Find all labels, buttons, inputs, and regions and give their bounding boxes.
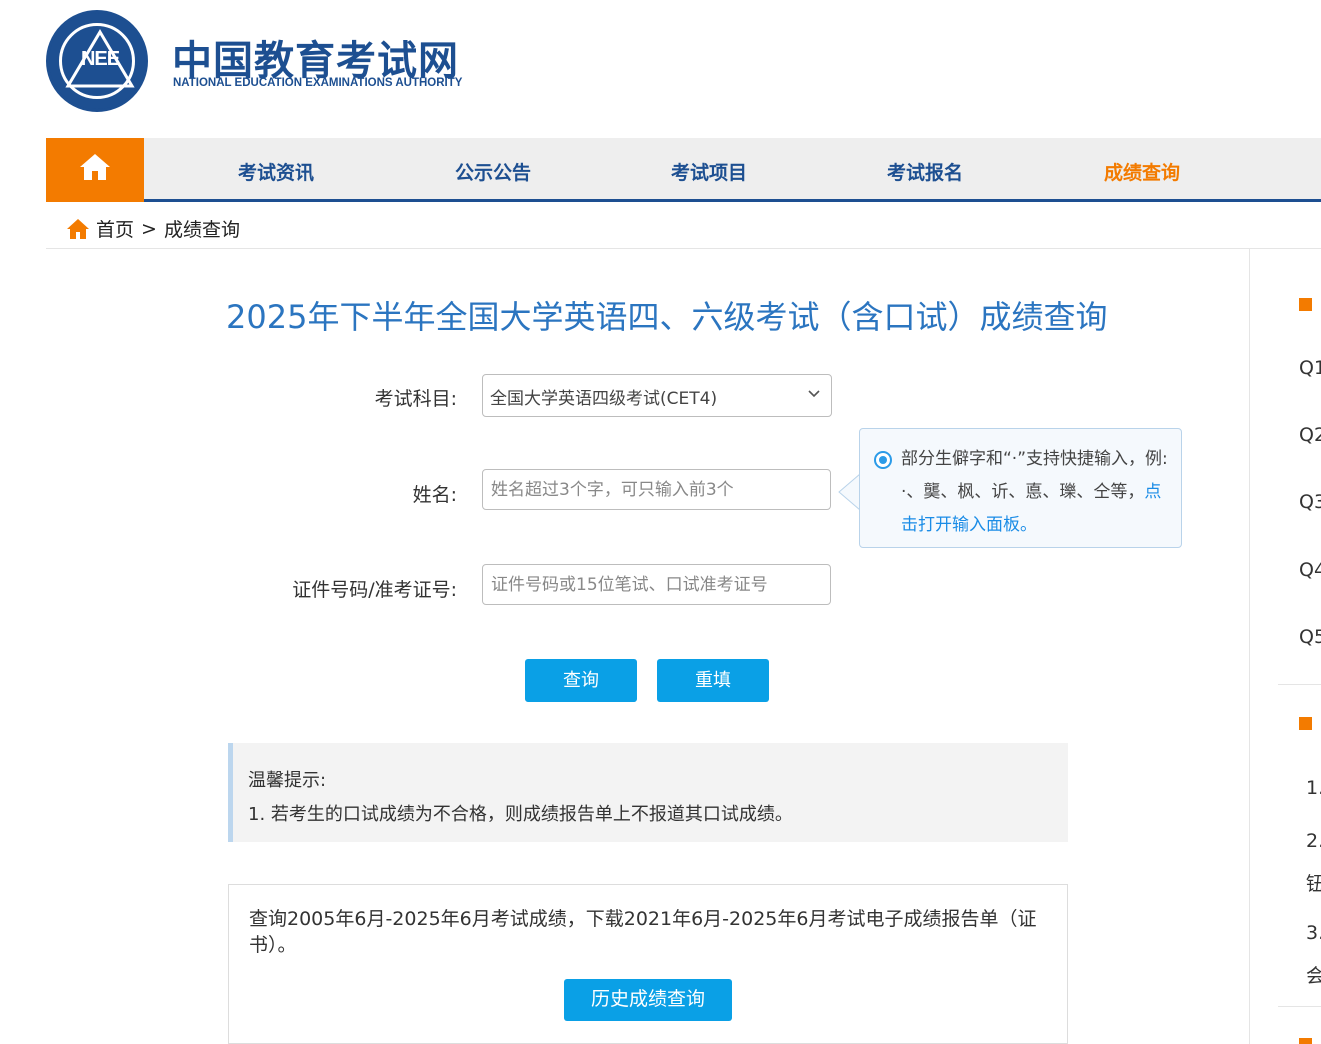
breadcrumb-current: 成绩查询: [163, 219, 240, 241]
history-score-query-button[interactable]: 历史成绩查询: [564, 979, 732, 1021]
sidebar-list-item: 钮: [1306, 873, 1321, 895]
breadcrumb-divider: [46, 248, 1321, 249]
sidebar-list-item: 1.: [1306, 777, 1321, 799]
subject-select[interactable]: 全国大学英语四级考试(CET4): [482, 374, 832, 417]
nav-home-button[interactable]: [46, 138, 144, 202]
sidebar-list-item: 2.: [1306, 830, 1321, 852]
logo-text: NEE: [80, 48, 120, 70]
sidebar-divider: [1249, 248, 1250, 1044]
reset-button[interactable]: 重填: [657, 659, 769, 702]
query-button[interactable]: 查询: [525, 659, 637, 702]
name-input[interactable]: [482, 469, 831, 510]
breadcrumb-home-link[interactable]: 首页: [96, 215, 134, 242]
sidebar-divider-line: [1278, 684, 1321, 685]
home-icon: [67, 218, 89, 239]
subject-select-value: 全国大学英语四级考试(CET4): [490, 389, 718, 409]
sidebar-section-marker: [1299, 298, 1312, 311]
sidebar-faq-item[interactable]: Q1: [1299, 357, 1321, 379]
notice-line: 1. 若考生的口试成绩为不合格，则成绩报告单上不报道其口试成绩。: [248, 804, 793, 825]
nee-emblem-icon: NEE: [46, 10, 148, 112]
tip-text: 部分生僻字和“·”支持快捷输入，例: ·、龑、枫、䜣、悳、瓅、仝等，: [901, 449, 1168, 502]
breadcrumb: 首页 > 成绩查询: [66, 215, 240, 242]
main-nav: 考试资讯 公示公告 考试项目 考试报名 成绩查询: [46, 138, 1321, 202]
sidebar-list-item: 会: [1306, 965, 1321, 987]
notice-heading: 温馨提示:: [248, 770, 327, 791]
nav-item-score-query[interactable]: 成绩查询: [1104, 158, 1180, 185]
sidebar-faq-item[interactable]: Q3: [1299, 491, 1321, 513]
sidebar-faq-item[interactable]: Q5: [1299, 626, 1321, 648]
tip-pointer-icon: [838, 474, 861, 510]
sidebar-list-item: 3.: [1306, 922, 1321, 944]
home-icon: [80, 154, 110, 180]
site-logo[interactable]: NEE 中国教育考试网 NATIONAL EDUCATION EXAMINATI…: [46, 10, 506, 114]
sidebar-section-marker: [1299, 717, 1312, 730]
radio-dot-icon: [874, 451, 892, 469]
nav-item-registration[interactable]: 考试报名: [887, 158, 963, 185]
nav-item-announcements[interactable]: 公示公告: [455, 158, 531, 185]
history-text: 查询2005年6月-2025年6月考试成绩，下载2021年6月-2025年6月考…: [249, 908, 1037, 956]
breadcrumb-separator: >: [141, 217, 157, 240]
notice-box: 温馨提示: 1. 若考生的口试成绩为不合格，则成绩报告单上不报道其口试成绩。: [228, 743, 1068, 842]
site-subtitle: NATIONAL EDUCATION EXAMINATIONS AUTHORIT…: [173, 77, 463, 89]
chevron-down-icon: [808, 390, 820, 398]
nav-item-exams[interactable]: 考试项目: [671, 158, 747, 185]
sidebar-faq-item[interactable]: Q2: [1299, 424, 1321, 446]
rare-character-tip: 部分生僻字和“·”支持快捷输入，例: ·、龑、枫、䜣、悳、瓅、仝等，点击打开输入…: [859, 428, 1182, 548]
sidebar-divider-line: [1278, 1006, 1321, 1007]
name-label: 姓名:: [412, 484, 457, 506]
page-title: 2025年下半年全国大学英语四、六级考试（含口试）成绩查询: [226, 298, 1108, 336]
sidebar-faq-item[interactable]: Q4: [1299, 559, 1321, 581]
nav-item-news[interactable]: 考试资讯: [238, 158, 314, 185]
id-label: 证件号码/准考证号:: [292, 579, 457, 601]
sidebar-section-marker: [1299, 1038, 1312, 1044]
id-number-input[interactable]: [482, 564, 831, 605]
subject-label: 考试科目:: [374, 388, 457, 410]
